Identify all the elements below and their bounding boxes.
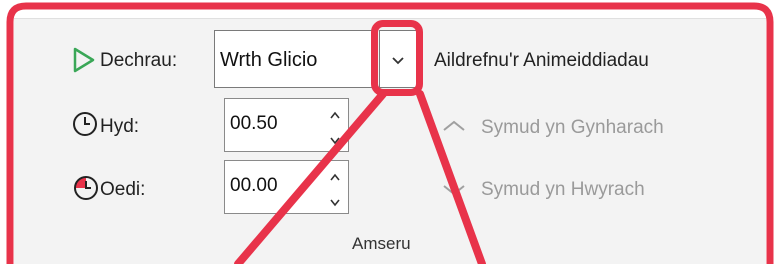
clock-icon [72, 111, 98, 142]
dropdown-highlight [371, 20, 423, 96]
clock-delay-icon [72, 174, 100, 207]
duration-value: 00.50 [230, 113, 278, 134]
delay-up-arrow[interactable] [328, 167, 342, 181]
chevron-down-icon [440, 182, 468, 203]
delay-spinner[interactable]: 00.00 [224, 160, 349, 214]
chevron-up-icon [440, 118, 468, 139]
play-triangle-icon [73, 47, 95, 78]
delay-down-arrow[interactable] [328, 193, 342, 207]
reorder-animations-title: Aildrefnu'r Animeiddiadau [434, 50, 649, 71]
duration-up-arrow[interactable] [328, 105, 342, 119]
duration-down-arrow[interactable] [328, 131, 342, 145]
duration-spinner[interactable]: 00.50 [224, 98, 349, 152]
delay-label: Oedi: [100, 179, 146, 200]
start-label: Dechrau: [100, 50, 178, 71]
animation-timing-ribbon: Dechrau: Wrth Glicio Aildrefnu'r Animeid… [0, 0, 780, 264]
delay-value: 00.00 [230, 175, 278, 196]
move-later-button[interactable]: Symud yn Hwyrach [481, 179, 645, 201]
move-earlier-button[interactable]: Symud yn Gynharach [481, 117, 664, 139]
duration-label: Hyd: [100, 116, 140, 137]
group-label: Amseru [352, 234, 411, 253]
start-select-value: Wrth Glicio [220, 49, 318, 71]
start-select[interactable]: Wrth Glicio [214, 30, 376, 88]
